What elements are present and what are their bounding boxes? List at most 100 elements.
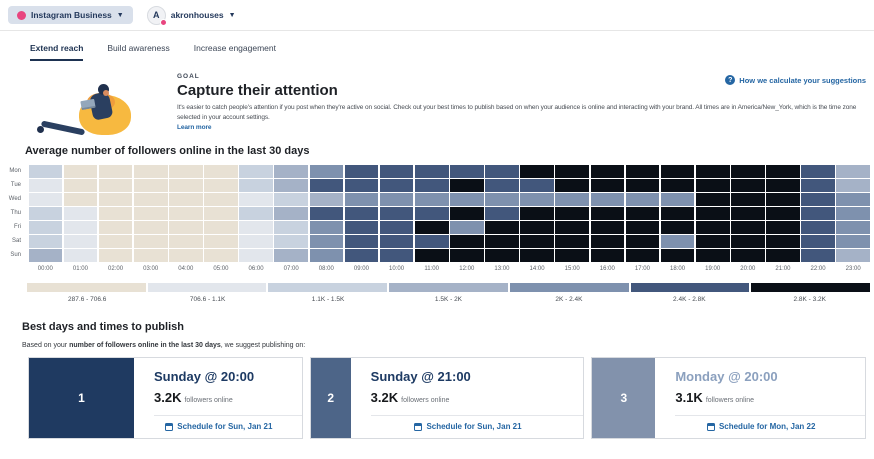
heatmap-cell-Tue-18:00[interactable]	[661, 179, 695, 192]
heatmap-cell-Sun-20:00[interactable]	[731, 249, 765, 262]
network-selector[interactable]: Instagram Business ▼	[8, 6, 133, 24]
heatmap-cell-Fri-23:00[interactable]	[836, 221, 870, 234]
heatmap-cell-Tue-14:00[interactable]	[520, 179, 554, 192]
heatmap-cell-Sun-01:00[interactable]	[64, 249, 98, 262]
heatmap-cell-Sat-02:00[interactable]	[99, 235, 133, 248]
heatmap-cell-Thu-10:00[interactable]	[380, 207, 414, 220]
heatmap-cell-Sat-23:00[interactable]	[836, 235, 870, 248]
heatmap-cell-Tue-19:00[interactable]	[696, 179, 730, 192]
account-selector[interactable]: A akronhouses ▼	[147, 6, 236, 25]
heatmap-cell-Wed-01:00[interactable]	[64, 193, 98, 206]
heatmap-cell-Fri-12:00[interactable]	[450, 221, 484, 234]
heatmap-cell-Sat-09:00[interactable]	[345, 235, 379, 248]
heatmap-cell-Mon-01:00[interactable]	[64, 165, 98, 178]
heatmap-cell-Tue-13:00[interactable]	[485, 179, 519, 192]
heatmap-cell-Mon-10:00[interactable]	[380, 165, 414, 178]
heatmap-cell-Sun-02:00[interactable]	[99, 249, 133, 262]
heatmap-cell-Sat-07:00[interactable]	[274, 235, 308, 248]
heatmap-cell-Fri-16:00[interactable]	[591, 221, 625, 234]
heatmap-cell-Tue-00:00[interactable]	[29, 179, 63, 192]
heatmap-cell-Sun-17:00[interactable]	[626, 249, 660, 262]
heatmap-cell-Mon-14:00[interactable]	[520, 165, 554, 178]
heatmap-cell-Sun-00:00[interactable]	[29, 249, 63, 262]
heatmap-cell-Mon-20:00[interactable]	[731, 165, 765, 178]
heatmap-cell-Wed-12:00[interactable]	[450, 193, 484, 206]
heatmap-cell-Wed-00:00[interactable]	[29, 193, 63, 206]
heatmap-cell-Fri-00:00[interactable]	[29, 221, 63, 234]
heatmap-cell-Sat-05:00[interactable]	[204, 235, 238, 248]
heatmap-cell-Mon-02:00[interactable]	[99, 165, 133, 178]
heatmap-cell-Fri-05:00[interactable]	[204, 221, 238, 234]
heatmap-cell-Wed-16:00[interactable]	[591, 193, 625, 206]
heatmap-cell-Wed-13:00[interactable]	[485, 193, 519, 206]
heatmap-cell-Fri-15:00[interactable]	[555, 221, 589, 234]
heatmap-cell-Mon-21:00[interactable]	[766, 165, 800, 178]
heatmap-cell-Thu-15:00[interactable]	[555, 207, 589, 220]
heatmap-cell-Sun-21:00[interactable]	[766, 249, 800, 262]
heatmap-cell-Fri-22:00[interactable]	[801, 221, 835, 234]
heatmap-cell-Sun-23:00[interactable]	[836, 249, 870, 262]
heatmap-cell-Tue-07:00[interactable]	[274, 179, 308, 192]
heatmap-cell-Sun-15:00[interactable]	[555, 249, 589, 262]
heatmap-cell-Sat-06:00[interactable]	[239, 235, 273, 248]
heatmap-cell-Mon-00:00[interactable]	[29, 165, 63, 178]
heatmap-cell-Mon-09:00[interactable]	[345, 165, 379, 178]
heatmap-cell-Wed-10:00[interactable]	[380, 193, 414, 206]
heatmap-cell-Sun-11:00[interactable]	[415, 249, 449, 262]
heatmap-cell-Sun-18:00[interactable]	[661, 249, 695, 262]
heatmap-cell-Tue-02:00[interactable]	[99, 179, 133, 192]
heatmap-cell-Fri-14:00[interactable]	[520, 221, 554, 234]
heatmap-cell-Tue-17:00[interactable]	[626, 179, 660, 192]
heatmap-cell-Sat-10:00[interactable]	[380, 235, 414, 248]
heatmap-cell-Mon-22:00[interactable]	[801, 165, 835, 178]
heatmap-cell-Sun-08:00[interactable]	[310, 249, 344, 262]
heatmap-cell-Tue-09:00[interactable]	[345, 179, 379, 192]
heatmap-cell-Wed-05:00[interactable]	[204, 193, 238, 206]
heatmap-cell-Mon-13:00[interactable]	[485, 165, 519, 178]
heatmap-cell-Wed-09:00[interactable]	[345, 193, 379, 206]
heatmap-cell-Fri-02:00[interactable]	[99, 221, 133, 234]
heatmap-cell-Wed-23:00[interactable]	[836, 193, 870, 206]
heatmap-cell-Thu-20:00[interactable]	[731, 207, 765, 220]
heatmap-cell-Fri-13:00[interactable]	[485, 221, 519, 234]
heatmap-cell-Wed-15:00[interactable]	[555, 193, 589, 206]
heatmap-cell-Sat-14:00[interactable]	[520, 235, 554, 248]
heatmap-cell-Tue-20:00[interactable]	[731, 179, 765, 192]
heatmap-cell-Fri-19:00[interactable]	[696, 221, 730, 234]
heatmap-cell-Mon-23:00[interactable]	[836, 165, 870, 178]
heatmap-cell-Mon-03:00[interactable]	[134, 165, 168, 178]
heatmap-cell-Wed-04:00[interactable]	[169, 193, 203, 206]
heatmap-cell-Sat-16:00[interactable]	[591, 235, 625, 248]
heatmap-cell-Sun-22:00[interactable]	[801, 249, 835, 262]
heatmap-cell-Mon-11:00[interactable]	[415, 165, 449, 178]
heatmap-cell-Mon-06:00[interactable]	[239, 165, 273, 178]
heatmap-cell-Wed-19:00[interactable]	[696, 193, 730, 206]
heatmap-cell-Thu-14:00[interactable]	[520, 207, 554, 220]
heatmap-cell-Fri-11:00[interactable]	[415, 221, 449, 234]
heatmap-cell-Mon-18:00[interactable]	[661, 165, 695, 178]
heatmap-cell-Sun-12:00[interactable]	[450, 249, 484, 262]
heatmap-cell-Thu-01:00[interactable]	[64, 207, 98, 220]
heatmap-cell-Thu-07:00[interactable]	[274, 207, 308, 220]
heatmap-cell-Thu-08:00[interactable]	[310, 207, 344, 220]
tab-build-awareness[interactable]: Build awareness	[107, 43, 169, 61]
heatmap-cell-Tue-23:00[interactable]	[836, 179, 870, 192]
heatmap-cell-Sat-15:00[interactable]	[555, 235, 589, 248]
heatmap-cell-Sat-21:00[interactable]	[766, 235, 800, 248]
heatmap-cell-Sun-09:00[interactable]	[345, 249, 379, 262]
heatmap-cell-Tue-08:00[interactable]	[310, 179, 344, 192]
heatmap-cell-Wed-06:00[interactable]	[239, 193, 273, 206]
heatmap-cell-Sun-05:00[interactable]	[204, 249, 238, 262]
heatmap-cell-Mon-16:00[interactable]	[591, 165, 625, 178]
heatmap-cell-Mon-15:00[interactable]	[555, 165, 589, 178]
heatmap-cell-Mon-07:00[interactable]	[274, 165, 308, 178]
heatmap-cell-Sat-18:00[interactable]	[661, 235, 695, 248]
heatmap-cell-Sun-14:00[interactable]	[520, 249, 554, 262]
heatmap-cell-Thu-09:00[interactable]	[345, 207, 379, 220]
tab-extend-reach[interactable]: Extend reach	[30, 43, 83, 61]
heatmap-cell-Thu-11:00[interactable]	[415, 207, 449, 220]
heatmap-cell-Wed-18:00[interactable]	[661, 193, 695, 206]
heatmap-cell-Sat-20:00[interactable]	[731, 235, 765, 248]
heatmap-cell-Fri-08:00[interactable]	[310, 221, 344, 234]
schedule-button-2[interactable]: Schedule for Sun, Jan 21	[371, 415, 584, 438]
